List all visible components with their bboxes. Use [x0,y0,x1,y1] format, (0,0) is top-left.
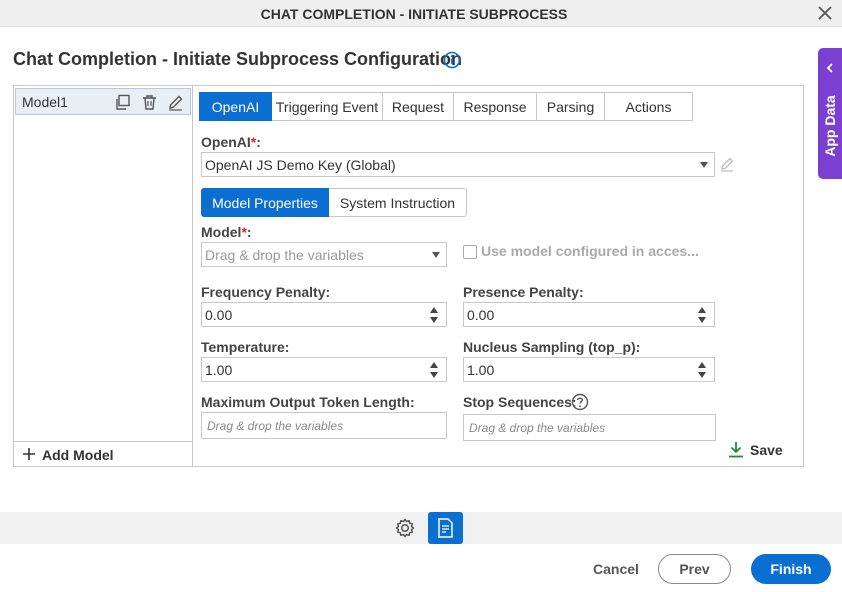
close-icon[interactable] [816,3,834,23]
stop-sequences-placeholder: Drag & drop the variables [469,421,606,435]
delete-icon[interactable] [141,94,158,111]
openai-label-text: OpenAI [201,134,251,150]
app-data-panel-toggle[interactable]: App Data [818,48,842,179]
bottom-toolbar [0,512,842,544]
add-model-button[interactable]: Add Model [14,441,192,466]
openai-connection-value: OpenAI JS Demo Key (Global) [205,157,396,173]
add-model-label: Add Model [42,447,114,463]
tab-actions[interactable]: Actions [605,92,693,121]
prev-button[interactable]: Prev [658,554,731,584]
dialog-title: CHAT COMPLETION - INITIATE SUBPROCESS [260,6,568,22]
cancel-button[interactable]: Cancel [583,554,649,584]
plus-icon [22,447,36,461]
download-icon [728,441,744,458]
app-data-label: App Data [822,95,838,157]
model-name: Model1 [22,94,68,110]
nucleus-sampling-label: Nucleus Sampling (top_p): [463,339,641,355]
page-title: Chat Completion - Initiate Subprocess Co… [13,49,463,69]
tab-response[interactable]: Response [454,92,537,121]
edit-connection-icon[interactable] [719,156,735,172]
presence-penalty-label: Presence Penalty: [463,284,584,300]
spin-up-icon[interactable] [430,362,438,368]
use-configured-model-label: Use model configured in acces... [481,243,699,259]
subtab-system-instruction[interactable]: System Instruction [329,188,467,217]
tab-triggering-event[interactable]: Triggering Event [272,92,383,121]
tab-parsing[interactable]: Parsing [537,92,605,121]
stop-sequences-label: Stop Sequences: [463,394,577,410]
nucleus-sampling-value: 1.00 [467,362,495,378]
subtab-bar: Model Properties System Instruction [201,188,467,217]
max-output-token-input[interactable]: Drag & drop the variables [201,412,447,439]
subtab-model-properties[interactable]: Model Properties [201,188,329,217]
spin-down-icon[interactable] [430,372,438,378]
model-placeholder: Drag & drop the variables [205,247,364,263]
temperature-value: 1.00 [205,362,233,378]
model-list-item[interactable]: Model1 [15,88,191,115]
presence-penalty-value: 0.00 [467,307,495,323]
model-label: Model*: [201,224,252,240]
tab-openai[interactable]: OpenAI [199,92,272,121]
document-settings-button[interactable] [428,512,463,544]
spin-down-icon[interactable] [698,317,706,323]
spin-up-icon[interactable] [698,362,706,368]
max-output-token-label: Maximum Output Token Length: [201,394,415,410]
label-suffix: : [256,134,261,150]
chevron-left-icon [825,60,835,73]
spin-down-icon[interactable] [698,372,706,378]
spin-up-icon[interactable] [430,307,438,313]
document-icon [438,518,453,538]
model-list-pane: Model1 Add Model [14,86,193,466]
tab-request[interactable]: Request [383,92,454,121]
info-icon[interactable] [443,51,461,69]
temperature-label: Temperature: [201,339,290,355]
tab-bar: OpenAI Triggering Event Request Response… [199,92,693,121]
nucleus-sampling-input[interactable]: 1.00 [463,357,715,382]
help-icon[interactable] [571,393,589,411]
model-label-text: Model [201,224,242,240]
gear-icon[interactable] [394,517,416,539]
label-suffix: : [246,224,252,240]
save-label: Save [750,442,783,458]
frequency-penalty-value: 0.00 [205,307,233,323]
spin-down-icon[interactable] [430,317,438,323]
config-panel: Model1 Add Model OpenAI Triggering Event… [13,85,804,467]
model-select[interactable]: Drag & drop the variables [201,242,447,267]
use-configured-model-checkbox[interactable] [463,245,477,259]
dropdown-arrow-icon [700,162,708,168]
frequency-penalty-input[interactable]: 0.00 [201,302,447,327]
dialog-titlebar: CHAT COMPLETION - INITIATE SUBPROCESS [0,0,842,27]
spin-up-icon[interactable] [698,307,706,313]
finish-button[interactable]: Finish [751,554,831,584]
max-output-token-placeholder: Drag & drop the variables [207,419,344,433]
openai-connection-select[interactable]: OpenAI JS Demo Key (Global) [201,152,715,177]
frequency-penalty-label: Frequency Penalty: [201,284,331,300]
stop-sequences-input[interactable]: Drag & drop the variables [463,414,716,441]
copy-icon[interactable] [114,94,131,111]
presence-penalty-input[interactable]: 0.00 [463,302,715,327]
edit-icon[interactable] [167,94,184,111]
temperature-input[interactable]: 1.00 [201,357,447,382]
openai-label: OpenAI*: [201,134,261,150]
dropdown-arrow-icon [432,252,440,258]
